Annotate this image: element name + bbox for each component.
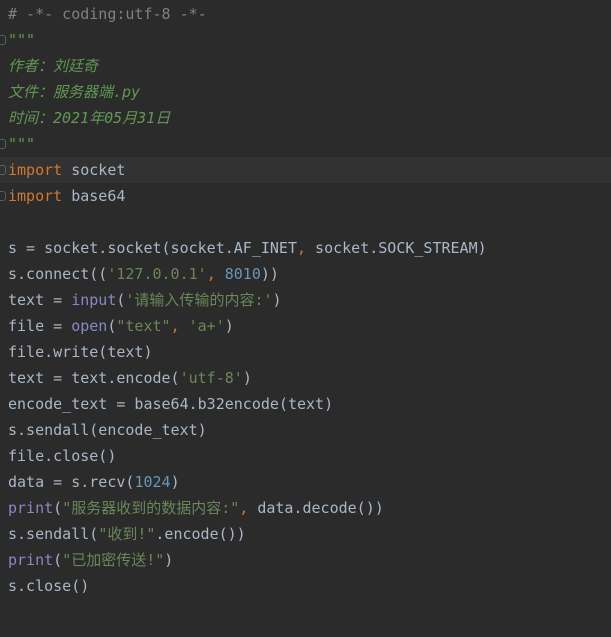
code-line[interactable]: text = text.encode('utf-8') — [0, 365, 611, 391]
code-token: data.decode()) — [248, 499, 384, 517]
code-token: 'utf-8' — [179, 369, 243, 387]
code-token: text = text.encode( — [8, 369, 180, 387]
code-token: # -*- coding:utf-8 -*- — [8, 5, 207, 23]
code-line[interactable]: 时间：2021年05月31日 — [0, 105, 611, 131]
code-line[interactable]: 文件：服务器端.py — [0, 79, 611, 105]
code-token: 'a+' — [188, 317, 225, 335]
fold-marker-icon[interactable] — [0, 139, 6, 149]
code-line[interactable]: print("已加密传送!") — [0, 547, 611, 573]
code-line[interactable]: s = socket.socket(socket.AF_INET, socket… — [0, 235, 611, 261]
code-line[interactable]: import socket — [0, 157, 611, 183]
code-token: file.close() — [8, 447, 117, 465]
code-token: 作者：刘廷奇 — [8, 57, 99, 75]
code-line[interactable]: s.close() — [0, 573, 611, 599]
code-line[interactable]: # -*- coding:utf-8 -*- — [0, 1, 611, 27]
code-token: '请输入传输的内容:' — [125, 291, 273, 309]
code-line[interactable]: file.write(text) — [0, 339, 611, 365]
code-token: , — [206, 265, 216, 283]
code-token: 文件：服务器端.py — [8, 83, 141, 101]
code-line[interactable]: """ — [0, 131, 611, 157]
code-token: """ — [8, 31, 36, 49]
code-token: , — [239, 499, 249, 517]
code-token: ) — [224, 317, 234, 335]
code-line[interactable]: file.close() — [0, 443, 611, 469]
code-token: s.close() — [8, 577, 90, 595]
code-line[interactable]: s.connect(('127.0.0.1', 8010)) — [0, 261, 611, 287]
code-token: ) — [242, 369, 252, 387]
code-token: s.sendall(encode_text) — [8, 421, 207, 439]
fold-marker-icon[interactable] — [0, 165, 6, 175]
code-line[interactable]: s.sendall("收到!".encode()) — [0, 521, 611, 547]
code-line[interactable]: text = input('请输入传输的内容:') — [0, 287, 611, 313]
code-token: .encode()) — [155, 525, 246, 543]
code-token: '127.0.0.1' — [107, 265, 207, 283]
code-token: 1024 — [134, 473, 171, 491]
code-line[interactable] — [0, 209, 611, 235]
code-token: )) — [260, 265, 279, 283]
code-token: , — [170, 317, 180, 335]
code-line[interactable]: 作者：刘廷奇 — [0, 53, 611, 79]
code-token: "已加密传送!" — [62, 551, 165, 569]
code-token: open — [71, 317, 108, 335]
code-token: import — [8, 187, 63, 205]
code-token: import — [8, 161, 63, 179]
code-token: s = socket.socket(socket.AF_INET — [8, 239, 297, 257]
code-line[interactable]: data = s.recv(1024) — [0, 469, 611, 495]
code-token: print — [8, 499, 54, 517]
code-token: ( — [53, 551, 63, 569]
code-token: file = — [8, 317, 72, 335]
code-token: file.write(text) — [8, 343, 153, 361]
code-token: ) — [164, 551, 174, 569]
code-line[interactable]: file = open("text", 'a+') — [0, 313, 611, 339]
code-token: socket — [62, 161, 126, 179]
code-token: "服务器收到的数据内容:" — [62, 499, 240, 517]
code-token: , — [296, 239, 307, 257]
fold-marker-icon[interactable] — [0, 191, 6, 201]
code-token: text = — [8, 291, 72, 309]
code-editor[interactable]: # -*- coding:utf-8 -*- """ 作者：刘廷奇文件：服务器端.p… — [0, 0, 611, 637]
code-token: 8010 — [224, 265, 261, 283]
code-token: """ — [8, 135, 36, 153]
code-token: "收到!" — [98, 525, 156, 543]
code-token: data = s.recv( — [8, 473, 135, 491]
code-line[interactable]: """ — [0, 27, 611, 53]
code-line[interactable]: import base64 — [0, 183, 611, 209]
code-token: encode_text = base64.b32encode(text) — [8, 395, 334, 413]
code-token: ) — [272, 291, 282, 309]
code-token: socket.SOCK_STREAM) — [306, 239, 487, 257]
code-token: base64 — [62, 187, 126, 205]
fold-marker-icon[interactable] — [0, 35, 6, 45]
code-line[interactable]: s.sendall(encode_text) — [0, 417, 611, 443]
code-token: print — [8, 551, 54, 569]
code-token: s.sendall( — [8, 525, 99, 543]
code-token: "text" — [116, 317, 171, 335]
code-token: s.connect(( — [8, 265, 108, 283]
code-token: ( — [53, 499, 63, 517]
code-line[interactable]: print("服务器收到的数据内容:", data.decode()) — [0, 495, 611, 521]
code-line[interactable]: encode_text = base64.b32encode(text) — [0, 391, 611, 417]
code-token: ) — [170, 473, 180, 491]
code-token: input — [71, 291, 117, 309]
code-token: 时间：2021年05月31日 — [8, 109, 171, 127]
